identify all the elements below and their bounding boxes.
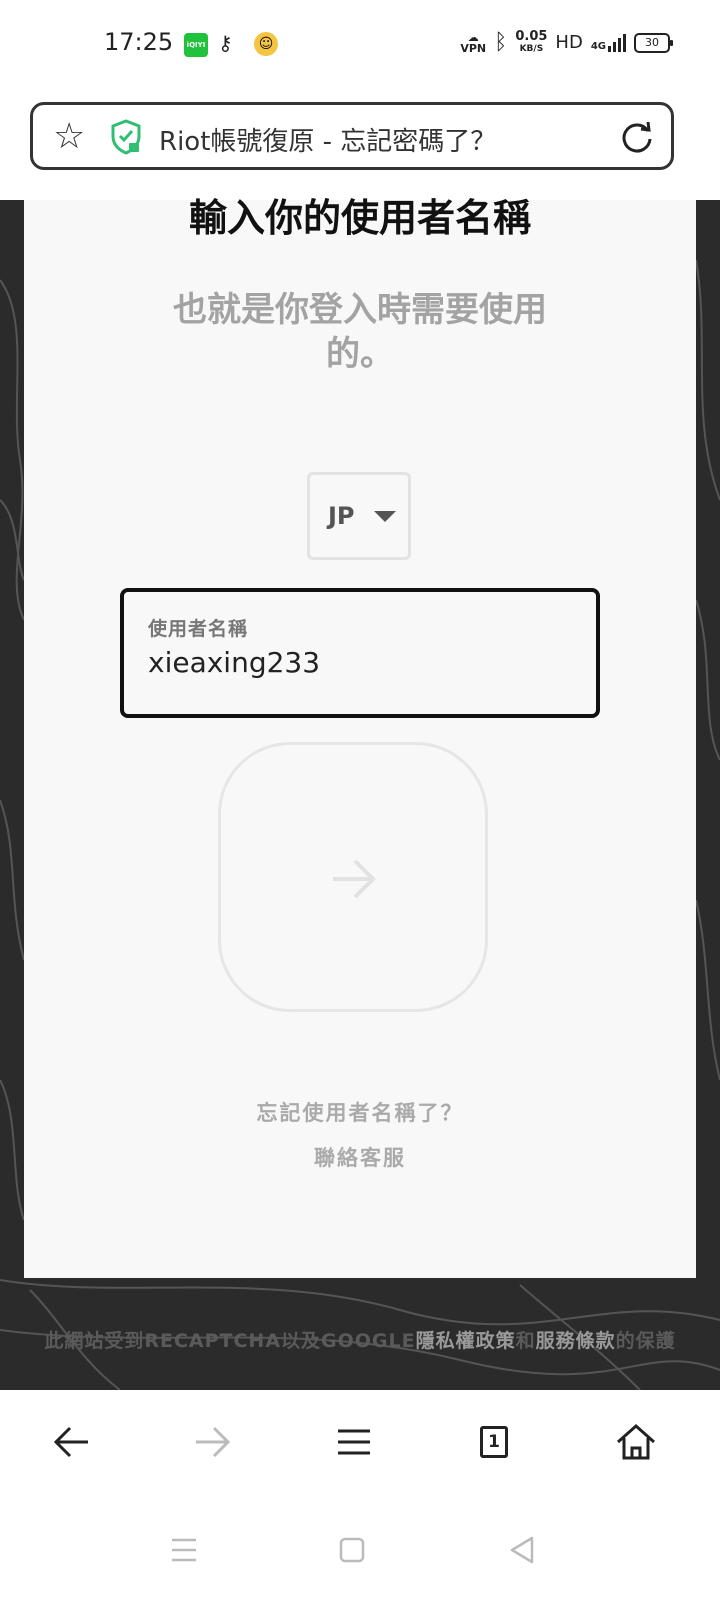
tab-count-icon: 1: [480, 1426, 508, 1458]
recaptcha-tail: 的保護: [615, 1330, 676, 1352]
status-indicators: ☁ VPN ᛒ 0.05 KB/S HD 4G 30: [460, 28, 673, 55]
iqiyi-app-icon: iQIYI: [184, 33, 208, 57]
star-bookmark-icon[interactable]: ☆: [53, 119, 85, 155]
recaptcha-text: 此網站受到RECAPTCHA以及GOOGLE: [44, 1330, 416, 1352]
privacy-policy-link[interactable]: 隱私權政策: [416, 1330, 516, 1352]
menu-button[interactable]: [326, 1414, 382, 1470]
browser-address-area: ☆ Riot帳號復原 - 忘記密碼了？: [0, 90, 720, 201]
reload-icon[interactable]: [619, 119, 655, 155]
game-app-icon: ☺: [254, 32, 278, 56]
vpn-icon: ☁ VPN: [460, 30, 487, 55]
system-nav-bar: [0, 1510, 720, 1600]
hd-indicator: HD: [555, 32, 583, 53]
signal-icon: 4G: [591, 33, 626, 52]
battery-icon: 30: [634, 32, 673, 53]
terms-of-service-link[interactable]: 服務條款: [536, 1330, 616, 1352]
back-button[interactable]: [44, 1414, 100, 1470]
network-speed: 0.05 KB/S: [515, 28, 548, 54]
forgot-username-link[interactable]: 忘記使用者名稱了？: [24, 1097, 696, 1127]
arrow-left-icon: [53, 1426, 88, 1458]
forward-button[interactable]: [184, 1414, 240, 1470]
menu-icon: [338, 1429, 370, 1455]
recaptcha-and: 和: [515, 1330, 536, 1352]
contact-support-link[interactable]: 聯絡客服: [24, 1142, 696, 1172]
region-select[interactable]: JP: [307, 472, 411, 560]
status-bar: 17:25 iQIYI ⚷ ☺ ☁ VPN ᛒ 0.05 KB/S HD 4G 30: [0, 0, 720, 90]
home-button[interactable]: [608, 1414, 664, 1470]
bluetooth-icon: ᛒ: [494, 30, 508, 55]
username-input[interactable]: [148, 646, 568, 679]
recaptcha-notice: 此網站受到RECAPTCHA以及GOOGLE隱私權政策和服務條款的保護: [0, 1326, 720, 1353]
caret-down-icon: [374, 511, 396, 522]
key-icon: ⚷: [218, 31, 233, 55]
page-subtitle: 也就是你登入時需要使用的。: [173, 290, 547, 374]
back-nav-icon[interactable]: [502, 1530, 542, 1570]
address-bar[interactable]: ☆ Riot帳號復原 - 忘記密碼了？: [30, 102, 674, 170]
username-field[interactable]: 使用者名稱: [120, 588, 600, 718]
page-heading: 輸入你的使用者名稱: [188, 196, 531, 240]
username-label: 使用者名稱: [148, 618, 249, 640]
home-icon: [617, 1423, 655, 1460]
recovery-card: 輸入你的使用者名稱 也就是你登入時需要使用的。 JP 使用者名稱 忘記使用者名稱…: [24, 196, 696, 1278]
arrow-right-icon: [333, 859, 376, 899]
page-title[interactable]: Riot帳號復原 - 忘記密碼了？: [159, 121, 496, 158]
recent-apps-icon[interactable]: [164, 1530, 204, 1570]
home-nav-icon[interactable]: [332, 1530, 372, 1570]
status-time: 17:25: [104, 28, 174, 56]
tabs-button[interactable]: 1: [466, 1414, 522, 1470]
browser-toolbar: 1: [0, 1390, 720, 1510]
region-selected-value: JP: [328, 502, 355, 530]
next-button[interactable]: [218, 742, 488, 1012]
shield-security-icon[interactable]: [109, 119, 143, 155]
arrow-right-icon: [196, 1426, 231, 1458]
